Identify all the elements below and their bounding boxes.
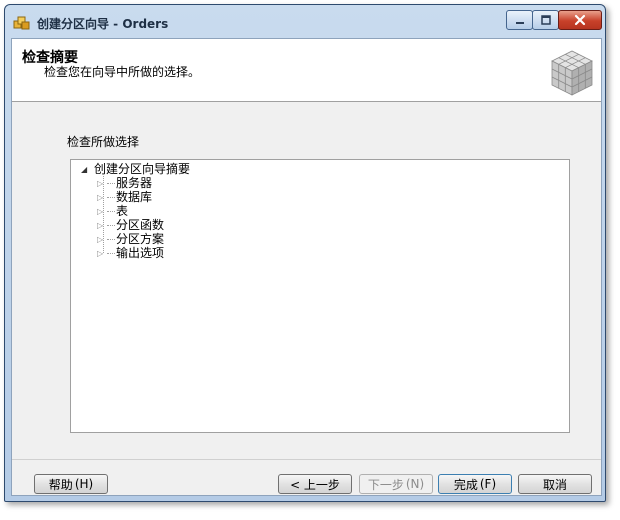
tree-connector — [107, 196, 115, 198]
page-subtitle: 检查您在向导中所做的选择。 — [44, 65, 201, 79]
tree-connector — [107, 182, 115, 184]
tree-item-partition-function[interactable]: ▷ 分区函数 — [97, 218, 164, 232]
tree-item-partition-scheme[interactable]: ▷ 分区方案 — [97, 232, 164, 246]
tree-item-output-options[interactable]: ▷ 输出选项 — [97, 246, 164, 260]
back-button-label: < 上一步 — [290, 477, 340, 492]
cancel-button-label: 取消 — [542, 477, 567, 492]
title-bar[interactable]: 创建分区向导 - Orders — [5, 5, 605, 41]
window-title: 创建分区向导 - Orders — [37, 17, 169, 31]
review-section-label: 检查所做选择 — [67, 135, 140, 149]
summary-tree[interactable]: ◢ 创建分区向导摘要 ▷ 服务器 ▷ 数据库 ▷ 表 ▷ 分区函数 ▷ 分区方案… — [70, 159, 570, 433]
cancel-button[interactable]: 取消 — [518, 474, 592, 494]
close-button[interactable] — [558, 10, 602, 30]
triangle-collapsed-icon[interactable]: ▷ — [97, 221, 107, 230]
next-button[interactable]: 下一步 (N) — [359, 474, 433, 494]
tree-item-label: 输出选项 — [116, 246, 165, 260]
tree-root-node[interactable]: ◢ 创建分区向导摘要 — [81, 162, 190, 176]
triangle-collapsed-icon[interactable]: ▷ — [97, 207, 107, 216]
help-button-key: (H) — [74, 477, 94, 491]
next-button-label: 下一步 — [367, 477, 404, 492]
tree-item-label: 数据库 — [116, 190, 153, 204]
triangle-collapsed-icon[interactable]: ▷ — [97, 249, 107, 258]
minimize-icon — [515, 22, 524, 24]
help-button[interactable]: 帮助 (H) — [34, 474, 108, 494]
wizard-window: 创建分区向导 - Orders 检查摘要 检查您在向导中所做的选择。 检查所做选… — [4, 4, 606, 502]
tree-children: ▷ 服务器 ▷ 数据库 ▷ 表 ▷ 分区函数 ▷ 分区方案 ▷ 输出选项 — [97, 176, 164, 260]
tree-connector — [107, 224, 115, 226]
minimize-button[interactable] — [506, 10, 533, 30]
tree-item-label: 分区方案 — [116, 232, 165, 246]
wizard-client-area: 检查摘要 检查您在向导中所做的选择。 检查所做选择 ◢ 创建分区向导摘要 ▷ 服… — [11, 38, 602, 496]
next-button-key: (N) — [405, 477, 425, 491]
triangle-collapsed-icon[interactable]: ▷ — [97, 179, 107, 188]
finish-button[interactable]: 完成 (F) — [438, 474, 512, 494]
tree-item-database[interactable]: ▷ 数据库 — [97, 190, 164, 204]
cube-grid-icon — [548, 47, 596, 97]
tree-connector — [107, 252, 115, 254]
triangle-collapsed-icon[interactable]: ▷ — [97, 193, 107, 202]
finish-button-key: (F) — [479, 477, 497, 491]
help-button-label: 帮助 — [48, 477, 73, 492]
maximize-button[interactable] — [532, 10, 559, 30]
tree-connector — [107, 238, 115, 240]
finish-button-label: 完成 — [453, 477, 478, 492]
tree-item-table[interactable]: ▷ 表 — [97, 204, 164, 218]
close-icon — [574, 14, 586, 26]
tree-item-label: 服务器 — [116, 176, 153, 190]
tree-root-label: 创建分区向导摘要 — [94, 162, 191, 176]
tree-item-label: 表 — [116, 204, 129, 218]
maximize-icon — [540, 15, 551, 25]
triangle-expanded-icon[interactable]: ◢ — [81, 165, 91, 174]
tree-item-server[interactable]: ▷ 服务器 — [97, 176, 164, 190]
wizard-app-icon — [13, 14, 31, 32]
tree-item-label: 分区函数 — [116, 218, 165, 232]
back-button[interactable]: < 上一步 — [278, 474, 352, 494]
wizard-footer: 帮助 (H) < 上一步 下一步 (N) 完成 (F) 取消 — [12, 459, 601, 496]
triangle-collapsed-icon[interactable]: ▷ — [97, 235, 107, 244]
wizard-header: 检查摘要 检查您在向导中所做的选择。 — [12, 39, 601, 102]
tree-connector — [107, 210, 115, 212]
